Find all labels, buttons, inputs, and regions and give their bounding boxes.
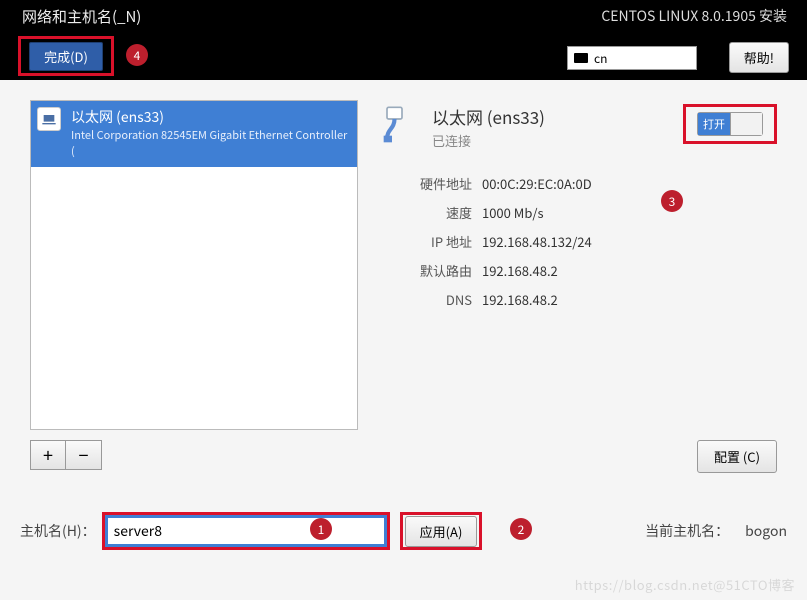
hostname-label: 主机名(H)： <box>20 521 96 541</box>
ip-address-label: IP 地址 <box>382 232 472 251</box>
apply-button[interactable]: 应用(A) <box>405 516 478 547</box>
help-button[interactable]: 帮助! <box>729 42 789 73</box>
installer-title: CENTOS LINUX 8.0.1905 安装 <box>601 6 787 26</box>
current-hostname-value: bogon <box>745 521 787 541</box>
toggle-handle <box>730 113 762 135</box>
annotation-badge-2: 2 <box>510 518 532 540</box>
page-title: 网络和主机名(_N) <box>22 6 141 27</box>
keyboard-layout-selector[interactable]: cn <box>567 46 697 70</box>
keyboard-layout-value: cn <box>594 50 607 67</box>
details-status: 已连接 <box>432 131 545 150</box>
remove-device-button[interactable]: − <box>66 440 102 470</box>
annotation-badge-4: 4 <box>126 44 148 66</box>
network-device-item[interactable]: 以太网 (ens33) Intel Corporation 82545EM Gi… <box>31 101 357 167</box>
current-hostname-label: 当前主机名： <box>645 521 729 541</box>
details-info-grid: 硬件地址 00:0C:29:EC:0A:0D 速度 1000 Mb/s IP 地… <box>382 174 777 309</box>
main-area: 以太网 (ens33) Intel Corporation 82545EM Gi… <box>0 80 807 600</box>
apply-highlight-box: 应用(A) <box>400 512 483 550</box>
keyboard-icon <box>574 53 588 63</box>
ip-address-value: 192.168.48.132/24 <box>482 232 777 251</box>
watermark: https://blog.csdn.net@51CTO博客 <box>575 575 795 594</box>
device-title: 以太网 (ens33) <box>71 107 349 127</box>
hostname-input-highlight-box <box>102 512 390 550</box>
done-highlight-box: 完成(D) <box>18 36 114 76</box>
hw-address-value: 00:0C:29:EC:0A:0D <box>482 174 777 193</box>
gateway-value: 192.168.48.2 <box>482 261 777 280</box>
toggle-highlight-box: 打开 <box>683 104 777 144</box>
connection-toggle[interactable]: 打开 <box>697 112 763 136</box>
details-title: 以太网 (ens33) <box>432 104 545 129</box>
device-subtitle: Intel Corporation 82545EM Gigabit Ethern… <box>71 127 349 159</box>
annotation-badge-3: 3 <box>661 190 683 212</box>
dns-label: DNS <box>382 290 472 309</box>
current-hostname: 当前主机名： bogon <box>645 521 787 541</box>
configure-button[interactable]: 配置 (C) <box>697 440 777 473</box>
ethernet-large-icon <box>382 104 422 144</box>
network-device-list[interactable]: 以太网 (ens33) Intel Corporation 82545EM Gi… <box>30 100 358 430</box>
toggle-on-label: 打开 <box>698 113 730 135</box>
top-banner: 网络和主机名(_N) CENTOS LINUX 8.0.1905 安装 完成(D… <box>0 0 807 80</box>
speed-value: 1000 Mb/s <box>482 203 777 222</box>
add-device-button[interactable]: + <box>30 440 66 470</box>
ethernet-icon <box>37 107 61 131</box>
annotation-badge-1: 1 <box>310 518 332 540</box>
hw-address-label: 硬件地址 <box>382 174 472 193</box>
speed-label: 速度 <box>382 203 472 222</box>
gateway-label: 默认路由 <box>382 261 472 280</box>
done-button[interactable]: 完成(D) <box>29 42 103 71</box>
device-add-remove: + − <box>30 440 102 470</box>
dns-value: 192.168.48.2 <box>482 290 777 309</box>
hostname-input[interactable] <box>107 517 385 545</box>
hostname-row: 主机名(H)： 应用(A) 当前主机名： bogon <box>20 512 787 550</box>
